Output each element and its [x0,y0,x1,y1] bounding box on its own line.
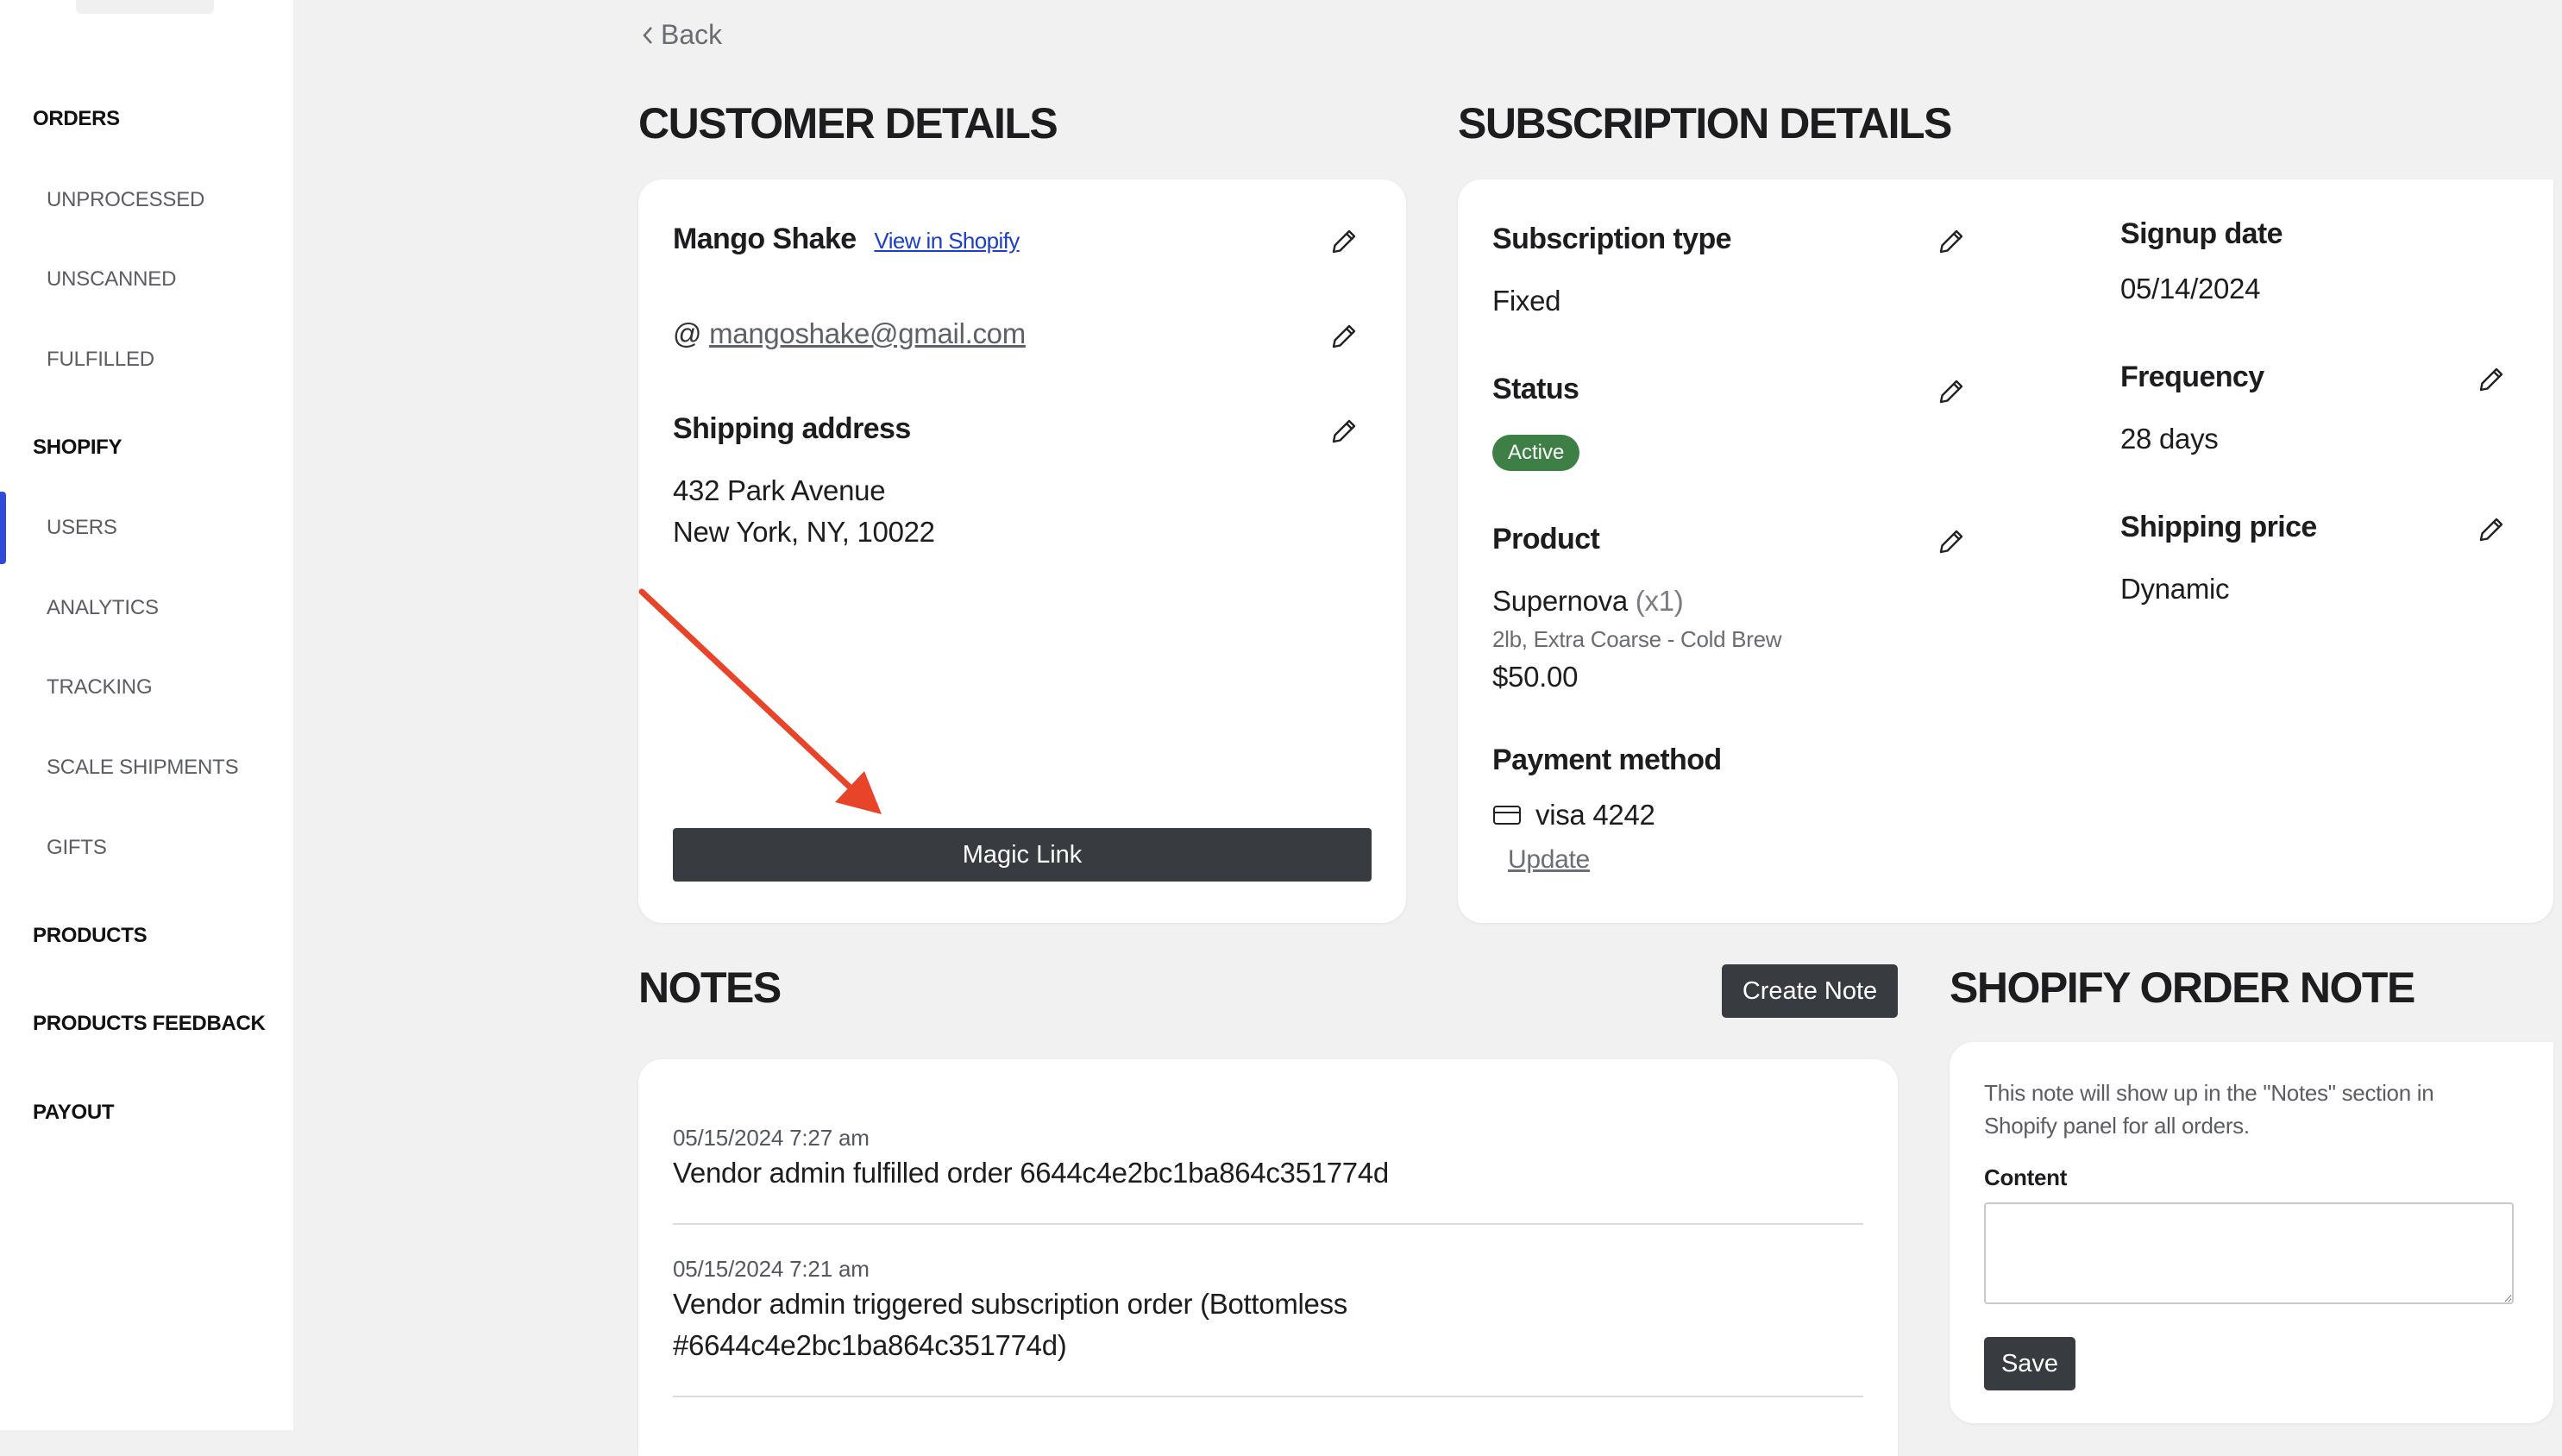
payment-method-row: visa 4242 [1492,799,1655,832]
edit-type-pencil-icon[interactable] [1936,226,1967,257]
content-textarea[interactable] [1984,1202,2514,1304]
sidebar-item-scale-shipments[interactable]: SCALE SHIPMENTS [0,746,293,789]
product-price: $50.00 [1492,661,1579,693]
edit-email-pencil-icon[interactable] [1328,321,1359,352]
sidebar-item-label: ANALYTICS [47,596,159,619]
note-date: 05/15/2024 7:27 am [673,1125,870,1151]
subscription-details-title: SUBSCRIPTION DETAILS [1458,99,1952,147]
credit-card-icon [1493,806,1521,825]
content-label: Content [1984,1164,2068,1190]
at-sign: @ [673,317,702,349]
order-note-description: This note will show up in the "Notes" se… [1984,1080,2434,1139]
back-label: Back [661,19,723,50]
shipping-price-value: Dynamic [2120,573,2230,605]
payment-method-value: visa 4242 [1535,799,1655,831]
shipping-price-label: Shipping price [2120,511,2317,543]
customer-details-title: CUSTOMER DETAILS [638,99,1058,147]
note-divider [673,1396,1863,1397]
sidebar-item-gifts[interactable]: GIFTS [0,826,293,869]
frequency-value: 28 days [2120,423,2219,455]
sidebar-item-label: UNSCANNED [47,267,177,291]
product-quantity: (x1) [1635,585,1684,617]
sidebar-item-users[interactable]: USERS [0,506,293,549]
sidebar-item-label: TRACKING [47,675,153,699]
edit-address-pencil-icon[interactable] [1328,416,1359,447]
sidebar: ORDERS UNPROCESSED UNSCANNED FULFILLED S… [0,0,293,1430]
note-text: Vendor admin fulfilled order 6644c4e2bc1… [673,1157,1389,1189]
sidebar-item-label: SCALE SHIPMENTS [47,756,239,779]
subscription-type-value: Fixed [1492,285,1561,317]
sidebar-item-analytics[interactable]: ANALYTICS [0,587,293,630]
customer-email-row: @ mangoshake@gmail.com [673,317,1026,350]
view-in-shopify-link[interactable]: View in Shopify [874,228,1020,254]
sidebar-item-label: UNPROCESSED [47,188,205,211]
chevron-left-icon [643,26,652,44]
edit-name-pencil-icon[interactable] [1328,226,1359,257]
sidebar-item-unscanned[interactable]: UNSCANNED [0,258,293,301]
sidebar-item-orders[interactable]: ORDERS [0,97,293,141]
shopify-order-note-title: SHOPIFY ORDER NOTE [1950,963,2415,1012]
note-date: 05/15/2024 7:21 am [673,1256,870,1282]
customer-name-text: Mango Shake [673,223,857,255]
edit-product-pencil-icon[interactable] [1936,526,1967,557]
sidebar-item-shopify[interactable]: SHOPIFY [0,426,293,469]
save-button[interactable]: Save [1984,1337,2075,1390]
note-text: Vendor admin triggered subscription orde… [673,1288,1347,1361]
product-name-row: Supernova (x1) [1492,585,1684,618]
status-badge: Active [1492,435,1580,471]
frequency-label: Frequency [2120,361,2264,393]
signup-date-label: Signup date [2120,217,2283,250]
logo [76,0,214,14]
annotation-arrow [638,588,882,814]
product-label: Product [1492,523,1600,555]
back-link[interactable]: Back [642,19,722,51]
edit-status-pencil-icon[interactable] [1936,376,1967,407]
sidebar-item-tracking[interactable]: TRACKING [0,666,293,709]
sidebar-item-unprocessed[interactable]: UNPROCESSED [0,179,293,222]
sidebar-item-products-feedback[interactable]: PRODUCTS FEEDBACK [0,1002,293,1045]
sidebar-item-fulfilled[interactable]: FULFILLED [0,338,293,381]
address-line-2: New York, NY, 10022 [673,516,935,548]
sidebar-item-label: FULFILLED [47,348,154,371]
signup-date-value: 05/14/2024 [2120,273,2261,304]
address-line-1: 432 Park Avenue [673,474,886,506]
customer-email-link[interactable]: mangoshake@gmail.com [709,317,1026,349]
shipping-address-label: Shipping address [673,412,911,445]
product-variant: 2lb, Extra Coarse - Cold Brew [1492,626,1782,652]
edit-shipping-price-pencil-icon[interactable] [2476,514,2507,545]
update-payment-link[interactable]: Update [1508,845,1590,875]
customer-name: Mango Shake View in Shopify [673,223,1020,256]
sidebar-item-label: PAYOUT [33,1101,115,1124]
notes-title: NOTES [638,963,782,1012]
sidebar-item-label: ORDERS [33,107,120,130]
subscription-type-label: Subscription type [1492,223,1732,255]
sidebar-item-label: PRODUCTS [33,924,148,947]
create-note-button[interactable]: Create Note [1722,964,1898,1018]
product-name: Supernova [1492,585,1628,617]
sidebar-item-label: GIFTS [47,836,107,859]
edit-frequency-pencil-icon[interactable] [2476,364,2507,395]
note-divider [673,1223,1863,1225]
payment-method-label: Payment method [1492,744,1722,776]
magic-link-button[interactable]: Magic Link [673,828,1372,882]
status-label: Status [1492,373,1579,405]
sidebar-item-label: SHOPIFY [33,436,122,459]
sidebar-item-payout[interactable]: PAYOUT [0,1091,293,1134]
sidebar-item-label: USERS [47,516,117,539]
sidebar-item-label: PRODUCTS FEEDBACK [33,1012,266,1035]
sidebar-item-products[interactable]: PRODUCTS [0,914,293,957]
